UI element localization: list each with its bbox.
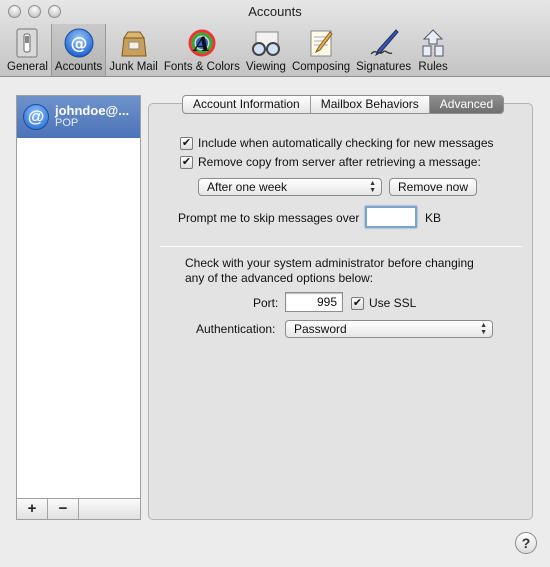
tab-advanced[interactable]: Advanced (429, 96, 504, 113)
port-label: Port: (253, 296, 279, 310)
toolbar-composing[interactable]: Composing (289, 24, 353, 76)
updown-arrows-icon: ▲ ▼ (369, 180, 376, 194)
skip-size-input[interactable] (365, 206, 417, 228)
toolbar-label: General (7, 61, 48, 73)
prompt-skip-label: Prompt me to skip messages over (178, 211, 360, 225)
toolbar-viewing[interactable]: Viewing (243, 24, 289, 76)
account-type: POP (55, 117, 79, 129)
toolbar-general[interactable]: General (4, 24, 51, 76)
toolbar-label: Junk Mail (109, 61, 158, 73)
use-ssl-checkbox[interactable]: ✔ (351, 296, 364, 310)
preferences-toolbar: General @ Accounts Junk Mail A Fonts & C… (4, 24, 452, 77)
account-text: johndoe@... POP (55, 104, 129, 130)
at-sign-icon: @ (23, 104, 49, 130)
remove-after-select[interactable]: After one week ▲ ▼ (198, 178, 382, 196)
include-auto-check-option[interactable]: ✔ Include when automatically checking fo… (180, 136, 494, 150)
toolbar-label: Composing (291, 61, 351, 73)
remove-copy-option[interactable]: ✔ Remove copy from server after retrievi… (180, 155, 481, 169)
toolbar-rules[interactable]: Rules (414, 24, 452, 76)
rules-arrows-icon (417, 27, 449, 59)
remove-now-button[interactable]: Remove now (389, 178, 477, 196)
port-input[interactable]: 995 (285, 292, 343, 312)
add-account-button[interactable]: + (17, 499, 48, 519)
admin-note-line1: Check with your system administrator bef… (185, 256, 474, 270)
font-color-icon: A (186, 27, 218, 59)
accounts-list: @ johndoe@... POP + − (16, 95, 141, 520)
notepad-pencil-icon (305, 27, 337, 59)
toolbar-accounts[interactable]: @ Accounts (50, 24, 107, 76)
remove-copy-checkbox[interactable]: ✔ (180, 155, 193, 169)
include-auto-check-checkbox[interactable]: ✔ (180, 136, 193, 150)
remove-account-button[interactable]: − (48, 499, 79, 519)
toolbar-fonts-colors[interactable]: A Fonts & Colors (161, 24, 243, 76)
remove-copy-label: Remove copy from server after retrieving… (198, 155, 481, 169)
tab-account-information[interactable]: Account Information (183, 96, 311, 113)
toolbar-label: Viewing (245, 61, 286, 73)
toolbar-label: Rules (418, 61, 448, 73)
account-list-controls: + − (17, 498, 140, 519)
toolbar-label: Fonts & Colors (163, 61, 240, 73)
switch-icon (11, 27, 43, 59)
toolbar-signatures[interactable]: Signatures (353, 24, 414, 76)
account-name: johndoe@... (55, 103, 130, 118)
use-ssl-option[interactable]: ✔ Use SSL (351, 296, 416, 310)
use-ssl-label: Use SSL (369, 296, 417, 310)
account-row[interactable]: @ johndoe@... POP (17, 96, 140, 138)
help-button[interactable]: ? (515, 532, 537, 554)
admin-note-line2: any of the advanced options below: (185, 271, 374, 285)
tab-mailbox-behaviors[interactable]: Mailbox Behaviors (311, 96, 430, 113)
remove-after-value: After one week (207, 180, 288, 194)
window-toolbar: Accounts General @ Accounts Junk Mail A … (0, 0, 550, 77)
junk-mail-bag-icon (118, 27, 150, 59)
toolbar-junk-mail[interactable]: Junk Mail (106, 24, 161, 76)
updown-arrows-icon: ▲ ▼ (480, 322, 487, 336)
svg-text:A: A (192, 32, 210, 56)
authentication-label: Authentication: (196, 322, 276, 336)
authentication-select[interactable]: Password ▲ ▼ (285, 320, 493, 338)
toolbar-label: Accounts (54, 61, 103, 73)
at-sign-icon: @ (63, 27, 95, 59)
toolbar-label: Signatures (356, 61, 412, 73)
pen-signature-icon (368, 27, 400, 59)
authentication-value: Password (294, 322, 347, 336)
section-divider (160, 246, 523, 247)
tab-bar: Account Information Mailbox Behaviors Ad… (182, 95, 505, 114)
glasses-icon (250, 27, 282, 59)
skip-size-unit: KB (425, 211, 442, 225)
svg-text:@: @ (70, 34, 87, 54)
window-title: Accounts (248, 4, 302, 19)
include-auto-check-label: Include when automatically checking for … (198, 136, 494, 150)
